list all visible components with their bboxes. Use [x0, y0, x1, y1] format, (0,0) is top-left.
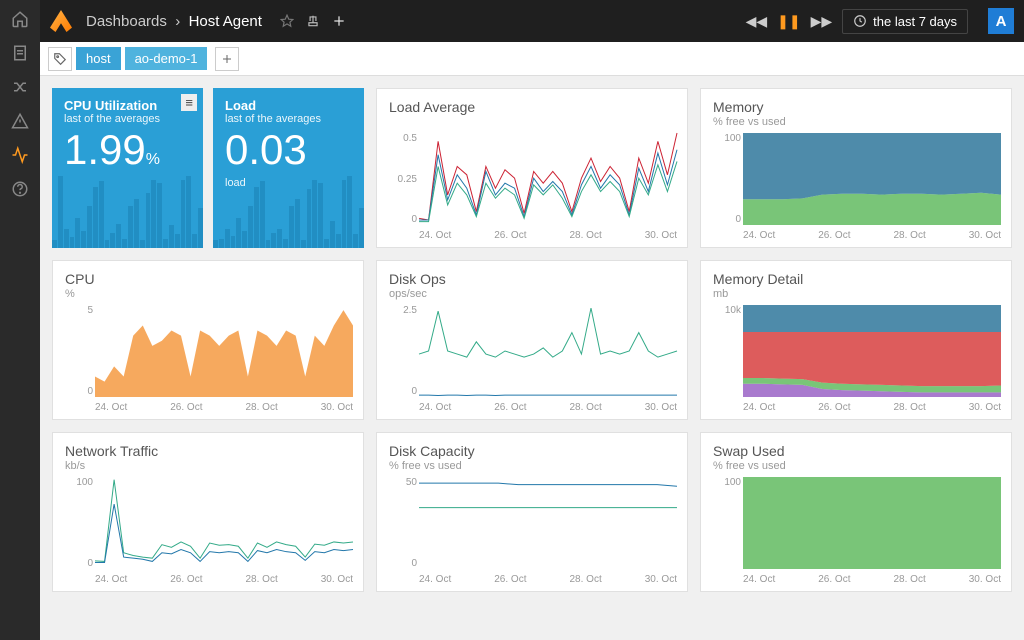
chart-load-average — [419, 133, 677, 225]
panel-cpu[interactable]: CPU % 50 24. Oct26. Oct28. Oct30. Oct — [52, 260, 364, 420]
logo-icon — [50, 10, 72, 32]
panel-disk-capacity[interactable]: Disk Capacity % free vs used 500 24. Oct… — [376, 432, 688, 592]
pause-icon[interactable]: ❚❚ — [777, 13, 800, 30]
chart-memory — [743, 133, 1001, 225]
panel-memory[interactable]: Memory % free vs used 1000 24. Oct26. Oc… — [700, 88, 1012, 248]
tag-key[interactable]: host — [76, 47, 121, 70]
breadcrumb[interactable]: Dashboards › Host Agent — [86, 13, 262, 30]
add-tag-button[interactable] — [215, 47, 239, 71]
chart-memory-detail — [743, 305, 1001, 397]
panel-memory-detail[interactable]: Memory Detail mb 10k 24. Oct26. Oct28. O… — [700, 260, 1012, 420]
breadcrumb-current[interactable]: Host Agent — [189, 13, 262, 30]
tagbar: host ao-demo-1 — [40, 42, 1024, 76]
help-icon[interactable] — [11, 180, 29, 198]
avatar[interactable]: A — [988, 8, 1014, 34]
alert-icon[interactable] — [11, 112, 29, 130]
panel-network-traffic[interactable]: Network Traffic kb/s 1000 24. Oct26. Oct… — [52, 432, 364, 592]
shuffle-icon[interactable] — [11, 78, 29, 96]
breadcrumb-root[interactable]: Dashboards — [86, 13, 167, 30]
panel-disk-ops[interactable]: Disk Ops ops/sec 2.50 24. Oct26. Oct28. … — [376, 260, 688, 420]
chart-disk-capacity — [419, 477, 677, 569]
kpi-load-sparkbars — [213, 172, 364, 248]
kpi-cpu[interactable]: ≡ CPU Utilization last of the averages 1… — [52, 88, 203, 248]
pulse-icon[interactable] — [11, 146, 29, 164]
rewind-icon[interactable]: ◀◀ — [746, 13, 768, 30]
plus-icon — [221, 53, 233, 65]
kpi-cpu-sparkbars — [52, 172, 203, 248]
panel-swap-used[interactable]: Swap Used % free vs used 100 24. Oct26. … — [700, 432, 1012, 592]
chart-swap — [743, 477, 1001, 569]
chart-disk-ops — [419, 305, 677, 397]
clock-icon — [853, 14, 867, 28]
kpi-menu-button[interactable]: ≡ — [181, 94, 197, 111]
plus-icon[interactable] — [332, 14, 346, 28]
tag-icon — [53, 52, 67, 66]
tag-filter-button[interactable] — [48, 47, 72, 71]
kpi-row: ≡ CPU Utilization last of the averages 1… — [52, 88, 364, 248]
share-icon[interactable] — [306, 14, 320, 28]
time-range-select[interactable]: the last 7 days — [842, 9, 968, 34]
chart-network — [95, 477, 353, 569]
tag-value[interactable]: ao-demo-1 — [125, 47, 208, 70]
star-icon[interactable] — [280, 14, 294, 28]
home-icon[interactable] — [11, 10, 29, 28]
forward-icon[interactable]: ▶▶ — [811, 13, 833, 30]
chart-cpu — [95, 305, 353, 397]
dashboard-grid: ≡ CPU Utilization last of the averages 1… — [40, 76, 1024, 640]
sidebar — [0, 0, 40, 640]
doc-icon[interactable] — [11, 44, 29, 62]
panel-load-average[interactable]: Load Average 0.50.250 24. Oct26. Oct28. … — [376, 88, 688, 248]
topbar: Dashboards › Host Agent ◀◀ ❚❚ ▶▶ the las… — [40, 0, 1024, 42]
kpi-load[interactable]: Load last of the averages 0.03 load — [213, 88, 364, 248]
